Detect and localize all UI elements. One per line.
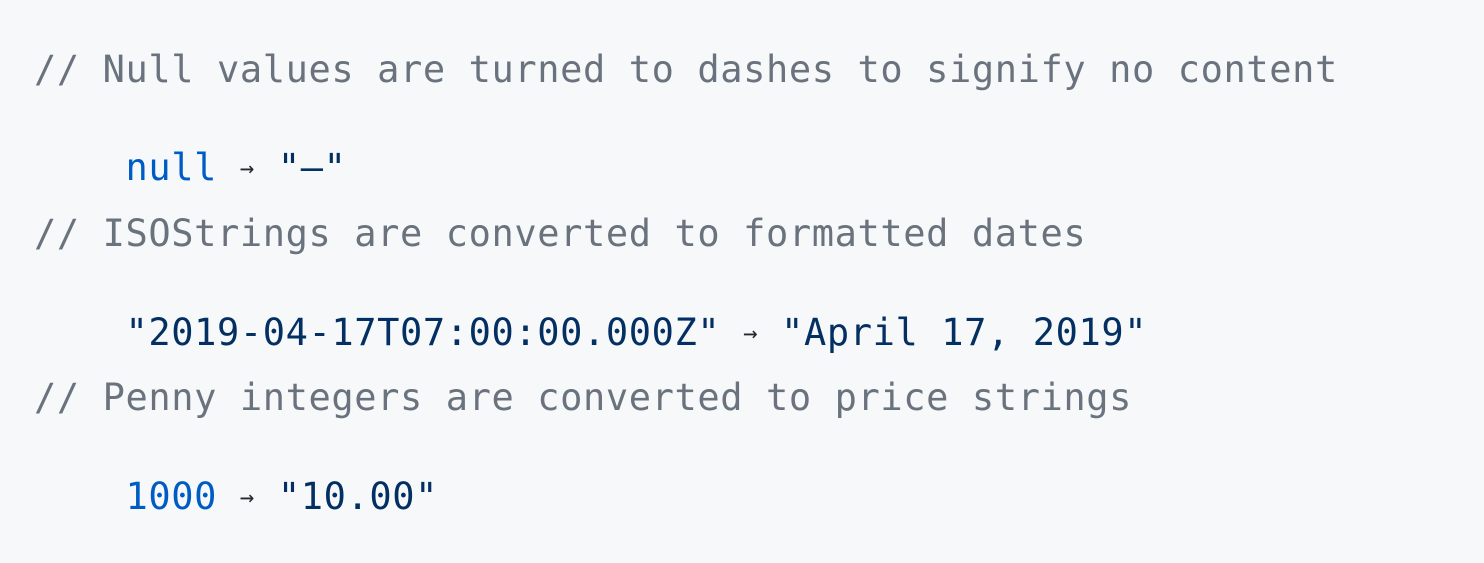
- output-dash: "–": [277, 146, 347, 189]
- input-iso-string: "2019-04-17T07:00:00.000Z": [125, 311, 721, 354]
- arrow-icon: →: [743, 319, 759, 347]
- comment-penny-integers: // Penny integers are converted to price…: [34, 376, 1133, 419]
- output-price-string: "10.00": [277, 475, 439, 518]
- arrow-icon: →: [239, 483, 255, 511]
- comment-null-values: // Null values are turned to dashes to s…: [34, 48, 1338, 91]
- code-block: // Null values are turned to dashes to s…: [0, 0, 1484, 518]
- arrow-icon: →: [239, 154, 255, 182]
- comment-iso-strings: // ISOStrings are converted to formatted…: [34, 212, 1087, 255]
- example-line-price: 1000 → "10.00": [34, 431, 438, 563]
- output-formatted-date: "April 17, 2019": [781, 311, 1148, 354]
- input-null: null: [125, 146, 218, 189]
- input-penny-integer: 1000: [125, 475, 218, 518]
